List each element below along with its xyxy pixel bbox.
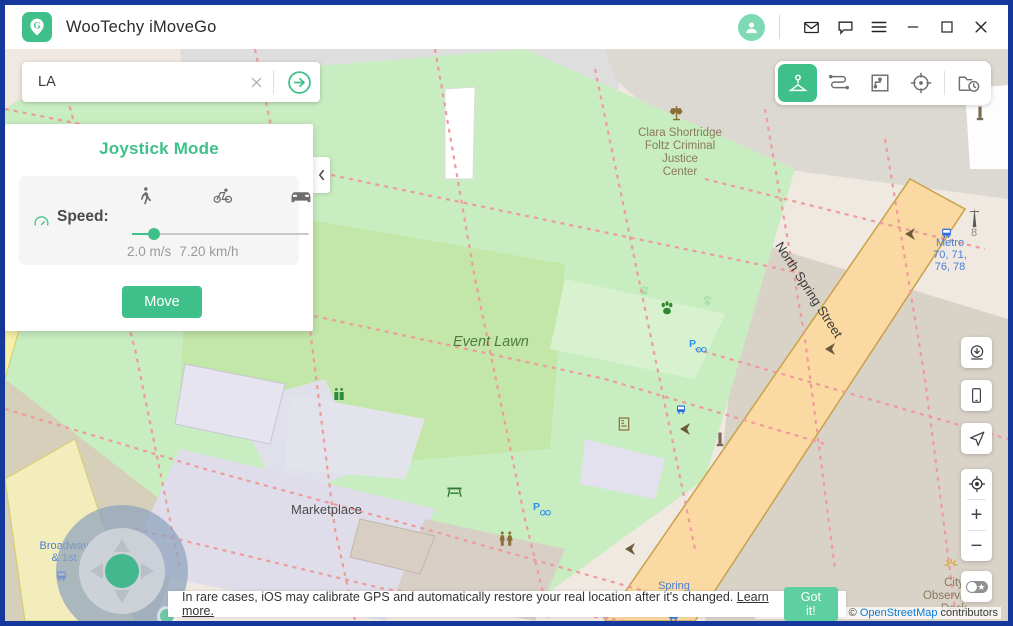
walk-icon[interactable] — [135, 184, 155, 213]
speedometer-icon — [33, 214, 50, 236]
speed-kmh: 7.20 km/h — [179, 244, 238, 259]
search-input[interactable] — [22, 73, 243, 91]
notice-message: In rare cases, iOS may calibrate GPS and… — [182, 590, 733, 604]
maximize-button[interactable] — [930, 5, 964, 49]
account-avatar[interactable] — [738, 14, 765, 41]
panel-collapse-button[interactable] — [313, 157, 330, 193]
toggle-knob — [967, 582, 977, 592]
close-button[interactable] — [964, 5, 998, 49]
gps-notice-bar: In rare cases, iOS may calibrate GPS and… — [168, 591, 846, 617]
search-go-button[interactable] — [278, 62, 320, 102]
joystick-mode-button[interactable] — [901, 64, 940, 102]
favorites-toggle[interactable]: ★ — [961, 571, 992, 602]
multi-spot-mode-button[interactable] — [819, 64, 858, 102]
toggle-star-icon: ★ — [966, 581, 988, 593]
zoom-controls: + − — [961, 469, 992, 561]
attribution-suffix: contributors — [937, 607, 998, 619]
mail-button[interactable] — [794, 5, 828, 49]
window-controls — [738, 5, 1008, 49]
move-button[interactable]: Move — [122, 286, 202, 318]
notice-text: In rare cases, iOS may calibrate GPS and… — [182, 590, 784, 618]
speed-card: Speed: 2.0 m/s 7.20 km/h — [19, 176, 299, 265]
search-bar[interactable] — [22, 62, 320, 102]
speed-mode-icons — [125, 184, 311, 214]
panel-title: Joystick Mode — [5, 124, 313, 159]
clear-icon[interactable] — [243, 62, 269, 102]
navigate-button[interactable] — [961, 423, 992, 454]
app-window: G WooTechy iMoveGo — [0, 0, 1013, 626]
joystick-knob-icon — [105, 554, 139, 588]
mode-toolbar — [775, 61, 991, 105]
menu-button[interactable] — [862, 5, 896, 49]
speed-slider[interactable] — [132, 233, 309, 235]
locate-target-icon[interactable] — [961, 469, 992, 499]
car-icon[interactable] — [289, 188, 313, 210]
feedback-button[interactable] — [828, 5, 862, 49]
teleport-mode-button[interactable] — [778, 64, 817, 102]
minimize-button[interactable] — [896, 5, 930, 49]
device-button[interactable] — [961, 380, 992, 411]
speed-slider-knob[interactable] — [148, 228, 160, 240]
app-logo-icon: G — [22, 12, 52, 42]
got-it-button[interactable]: Got it! — [784, 587, 838, 621]
toolbar-divider — [779, 15, 780, 39]
app-title: WooTechy iMoveGo — [66, 18, 217, 37]
zoom-out-button[interactable]: − — [961, 531, 992, 561]
two-spot-mode-button[interactable] — [860, 64, 899, 102]
import-gpx-button[interactable] — [961, 337, 992, 368]
bicycle-icon[interactable] — [211, 186, 235, 211]
title-bar: G WooTechy iMoveGo — [5, 5, 1008, 49]
openstreetmap-link[interactable]: OpenStreetMap — [860, 607, 938, 619]
star-glyph: ★ — [977, 581, 985, 593]
speed-label: Speed: — [57, 208, 109, 226]
search-divider — [273, 70, 274, 94]
toolbar-divider-2 — [944, 71, 945, 95]
svg-text:G: G — [33, 21, 40, 31]
speed-values: 2.0 m/s 7.20 km/h — [127, 244, 247, 259]
zoom-in-button[interactable]: + — [961, 500, 992, 530]
history-button[interactable] — [949, 64, 988, 102]
speed-ms: 2.0 m/s — [127, 244, 171, 259]
joystick-mode-panel: Joystick Mode Speed: — [5, 124, 313, 331]
